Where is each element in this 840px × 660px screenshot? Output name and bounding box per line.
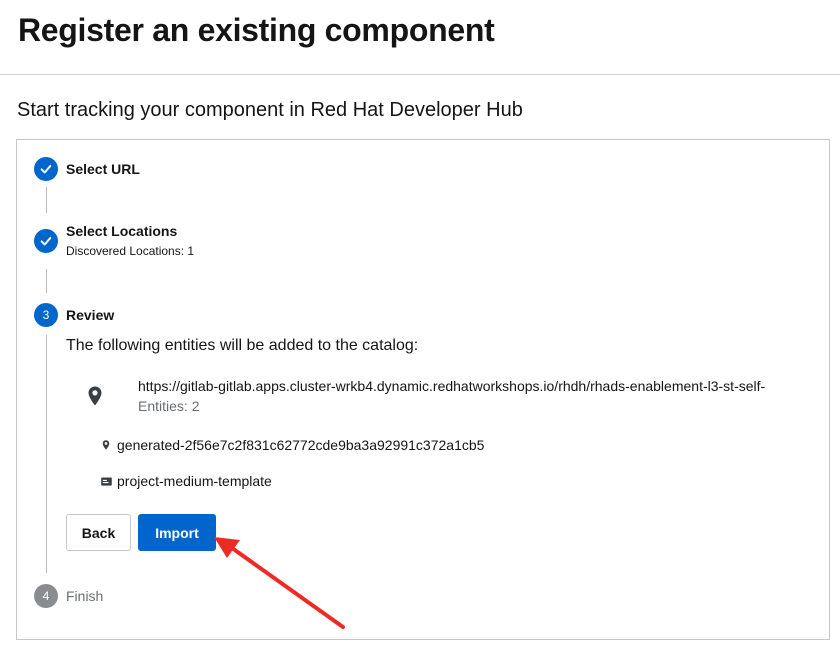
step-connector (46, 187, 47, 213)
location-url: https://gitlab-gitlab.apps.cluster-wrkb4… (138, 378, 766, 394)
location-pin-icon (83, 384, 107, 408)
location-pin-icon (99, 438, 113, 452)
page-title: Register an existing component (18, 12, 495, 48)
step-4-number: 4 (34, 584, 58, 608)
step-2-title[interactable]: Select Locations (66, 223, 177, 239)
entity-label: generated-2f56e7c2f831c62772cde9ba3a9299… (117, 437, 485, 453)
back-button[interactable]: Back (66, 514, 131, 551)
entity-row: generated-2f56e7c2f831c62772cde9ba3a9299… (99, 436, 484, 454)
step-3-number: 3 (34, 303, 58, 327)
section-subtitle: Start tracking your component in Red Hat… (17, 99, 523, 121)
step-3-title: Review (66, 307, 115, 323)
step-connector (46, 269, 47, 293)
step-4-title: Finish (66, 588, 104, 604)
step-2-check-icon (34, 229, 58, 253)
step-1-title[interactable]: Select URL (66, 161, 140, 177)
import-wizard-card: Select URL Select Locations Discovered L… (16, 139, 830, 640)
entity-label: project-medium-template (117, 473, 272, 489)
location-entities-count: Entities: 2 (138, 398, 200, 414)
page-header: Register an existing component (0, 0, 840, 75)
template-icon (99, 474, 113, 488)
import-button[interactable]: Import (138, 514, 216, 551)
step-1-check-icon (34, 157, 58, 181)
step-2-subtitle: Discovered Locations: 1 (66, 244, 195, 258)
step-connector (46, 335, 47, 573)
entity-row: project-medium-template (99, 472, 272, 490)
review-intro-text: The following entities will be added to … (66, 337, 419, 354)
